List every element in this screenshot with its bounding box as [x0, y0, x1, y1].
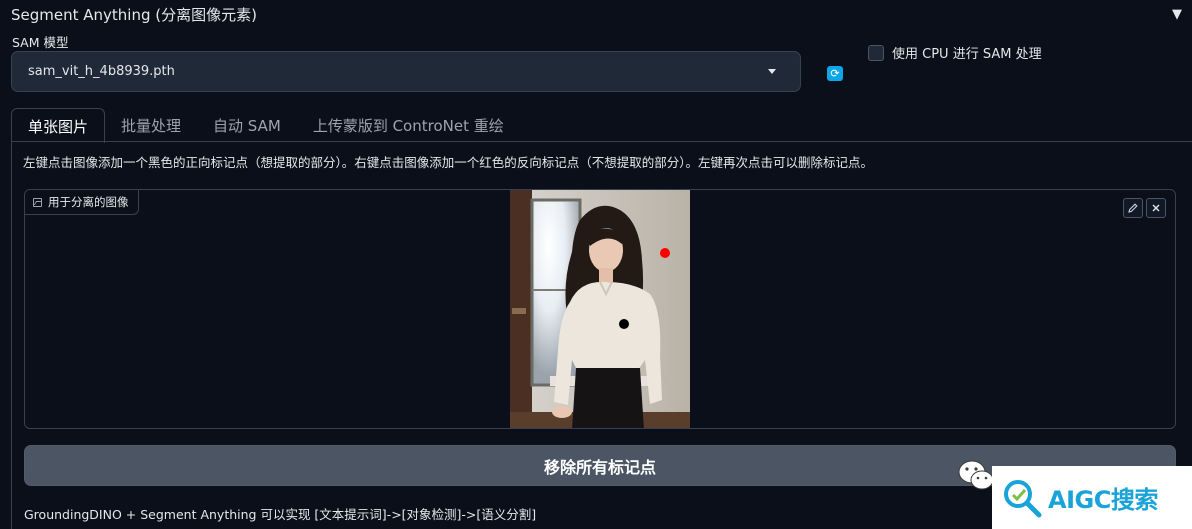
- pencil-icon[interactable]: [1123, 198, 1143, 218]
- refresh-icon[interactable]: ⟳: [827, 66, 843, 81]
- sam-model-value: sam_vit_h_4b8939.pth: [28, 64, 175, 79]
- footer-info-text: GroundingDINO + Segment Anything 可以实现 [文…: [24, 507, 537, 522]
- cpu-checkbox-group[interactable]: 使用 CPU 进行 SAM 处理: [868, 43, 1042, 62]
- instructions-text: 左键点击图像添加一个黑色的正向标记点（想提取的部分）。右键点击图像添加一个红色的…: [23, 155, 874, 170]
- uploaded-photo[interactable]: [510, 190, 690, 428]
- watermark-logo: AIGC搜索: [992, 466, 1192, 529]
- accordion-title: Segment Anything (分离图像元素): [11, 5, 257, 24]
- wechat-icon: [957, 458, 997, 498]
- photo-illustration: [510, 190, 690, 428]
- tab-batch[interactable]: 批量处理: [105, 108, 197, 142]
- sam-model-dropdown[interactable]: sam_vit_h_4b8939.pth: [11, 51, 801, 92]
- image-input-label-text: 用于分离的图像: [48, 195, 129, 209]
- wechat-icon-glyph: [958, 460, 994, 490]
- image-input-label: 用于分离的图像: [25, 190, 139, 215]
- cpu-checkbox-label: 使用 CPU 进行 SAM 处理: [892, 47, 1042, 62]
- caret-down-icon[interactable]: ▼: [1172, 7, 1182, 22]
- tab-upload-mask[interactable]: 上传蒙版到 ControNet 重绘: [297, 108, 520, 142]
- tab-auto-sam[interactable]: 自动 SAM: [197, 108, 297, 142]
- close-icon[interactable]: [1146, 198, 1166, 218]
- watermark-text: AIGC搜索: [1048, 486, 1158, 514]
- close-icon-glyph: [1152, 204, 1160, 212]
- chevron-down-icon: [768, 69, 776, 74]
- cpu-checkbox[interactable]: [868, 44, 884, 61]
- negative-marker-point[interactable]: [660, 248, 670, 258]
- search-icon: [1004, 479, 1042, 517]
- tab-bar: 单张图片 批量处理 自动 SAM 上传蒙版到 ControNet 重绘: [11, 108, 520, 143]
- sam-model-label: SAM 模型: [12, 35, 69, 50]
- accordion-header[interactable]: Segment Anything (分离图像元素) ▼: [0, 0, 1192, 28]
- image-input-area[interactable]: 用于分离的图像: [24, 189, 1176, 429]
- image-icon: [33, 197, 42, 207]
- tab-single-image[interactable]: 单张图片: [11, 108, 106, 143]
- pencil-icon-glyph: [1128, 203, 1138, 213]
- positive-marker-point[interactable]: [619, 319, 629, 329]
